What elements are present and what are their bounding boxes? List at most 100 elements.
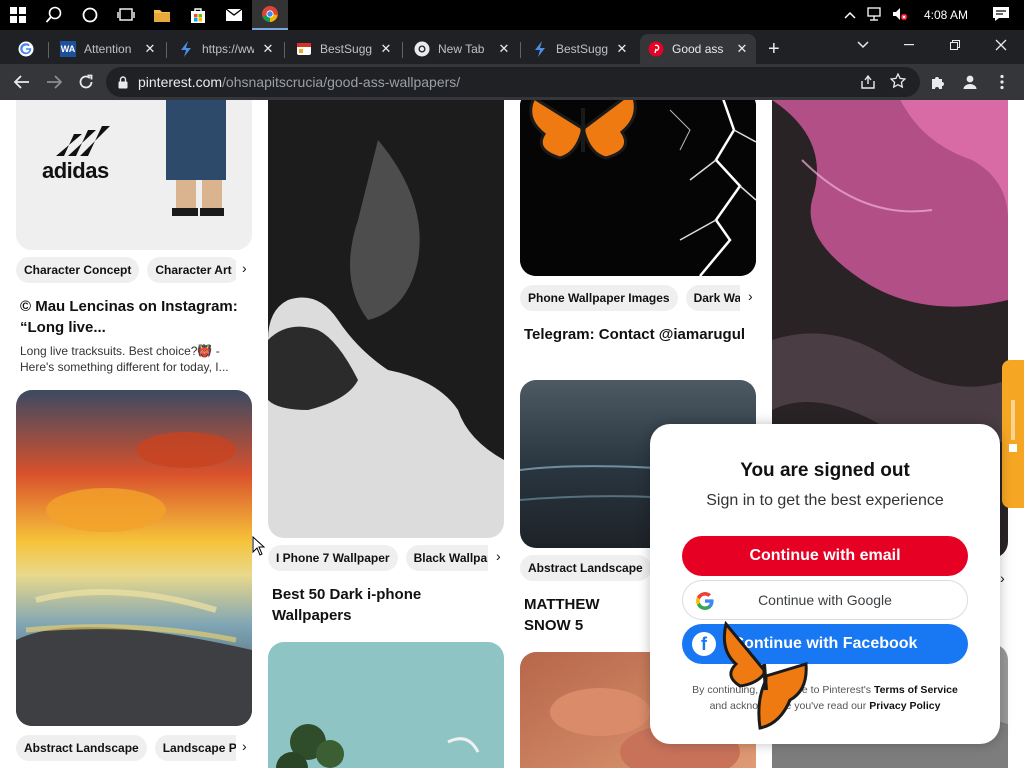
pin-title[interactable]: © Mau Lencinas on Instagram: “Long live.… xyxy=(20,296,246,338)
email-button-label: Continue with email xyxy=(749,547,901,564)
lock-icon[interactable] xyxy=(118,75,128,89)
tag-chip[interactable]: I Phone 7 Wallpaper xyxy=(268,545,398,571)
pin-image-teal-sky[interactable] xyxy=(268,642,504,768)
bookmark-star-icon[interactable] xyxy=(889,72,907,92)
terms-of-service-link[interactable]: Terms of Service xyxy=(874,684,958,696)
system-tray: 4:08 AM xyxy=(844,0,1024,30)
pin-tags-row: I Phone 7 Wallpaper Black Wallpap xyxy=(268,544,488,572)
mail-icon[interactable] xyxy=(216,0,252,30)
pin-image-adidas[interactable]: adidas xyxy=(16,100,252,250)
pin-title[interactable]: Telegram: Contact @iamarugul xyxy=(524,324,750,345)
modal-heading: You are signed out xyxy=(740,460,910,481)
tag-chip[interactable]: Phone Wallpaper Images xyxy=(520,285,678,311)
store-icon[interactable] xyxy=(180,0,216,30)
butterfly-icon xyxy=(529,100,637,160)
tab-bestsugge-1[interactable]: BestSugge ✕ xyxy=(288,34,400,64)
extensions-button[interactable] xyxy=(922,66,954,98)
modal-subheading: Sign in to get the best experience xyxy=(706,492,944,509)
close-window-button[interactable] xyxy=(978,30,1024,60)
share-icon[interactable] xyxy=(860,74,876,93)
cortana-icon[interactable] xyxy=(72,0,108,30)
google-icon xyxy=(18,41,34,57)
tag-chip[interactable]: Abstract Landscape xyxy=(520,555,650,581)
search-icon[interactable] xyxy=(36,0,72,30)
continue-with-email-button[interactable]: Continue with email xyxy=(682,536,968,576)
tab-new-tab[interactable]: New Tab ✕ xyxy=(406,34,518,64)
address-bar[interactable]: pinterest.com/ohsnapitscrucia/good-ass-w… xyxy=(106,67,920,97)
close-tab-icon[interactable]: ✕ xyxy=(378,41,394,57)
close-tab-icon[interactable]: ✕ xyxy=(260,41,276,57)
bestsuggestions-icon xyxy=(296,41,312,57)
pin-tags-row: Abstract Landscape Landscape Pai xyxy=(16,734,236,762)
tag-chip[interactable]: Abstract Landscape xyxy=(16,735,147,761)
adidas-logo-text: adidas xyxy=(42,158,109,183)
tab-https-ww[interactable]: https://ww ✕ xyxy=(170,34,282,64)
tag-chip[interactable]: Landscape Pai xyxy=(154,735,236,761)
tag-chip[interactable]: Character Concept xyxy=(16,257,140,283)
pin-tags-row: Abstract Landscape xyxy=(520,554,650,582)
chrome-icon xyxy=(414,41,430,57)
chrome-menu-button[interactable] xyxy=(986,66,1018,98)
signed-out-modal: You are signed out Sign in to get the be… xyxy=(650,424,1000,744)
tab-bestsugge-2[interactable]: BestSugge ✕ xyxy=(524,34,636,64)
chevron-down-icon xyxy=(857,41,869,49)
bolt-icon xyxy=(532,41,548,57)
kebab-menu-icon xyxy=(1000,74,1004,90)
tag-chip[interactable]: Character Art xyxy=(147,257,236,283)
chevron-right-icon[interactable]: › xyxy=(496,548,501,564)
continue-with-google-button[interactable]: Continue with Google xyxy=(682,580,968,620)
reload-button[interactable] xyxy=(70,66,102,98)
tab-title: New Tab xyxy=(438,42,485,56)
tag-chip[interactable]: Dark Wal xyxy=(685,285,740,311)
pin-title[interactable]: Best 50 Dark i-phone Wallpapers xyxy=(272,584,498,626)
url-path: /ohsnapitscrucia/good-ass-wallpapers/ xyxy=(222,74,461,90)
chevron-right-icon[interactable]: › xyxy=(242,738,247,754)
task-view-icon[interactable] xyxy=(108,0,144,30)
profile-button[interactable] xyxy=(954,66,986,98)
reload-icon xyxy=(79,74,93,89)
back-button[interactable] xyxy=(6,66,38,98)
tag-chip[interactable]: Black Wallpap xyxy=(405,545,488,571)
browser-toolbar: pinterest.com/ohsnapitscrucia/good-ass-w… xyxy=(0,64,1024,100)
network-icon[interactable] xyxy=(866,6,882,24)
restore-button[interactable] xyxy=(932,30,978,60)
close-tab-icon[interactable]: ✕ xyxy=(734,41,750,57)
pin-title[interactable]: MATTHEW SNOW 5 xyxy=(524,594,650,636)
tab-title: https://ww xyxy=(202,42,254,56)
tab-attention[interactable]: WA Attention ✕ xyxy=(52,34,164,64)
close-tab-icon[interactable]: ✕ xyxy=(496,41,512,57)
new-tab-button[interactable]: + xyxy=(762,34,792,64)
tab-search-button[interactable] xyxy=(840,30,886,60)
volume-muted-icon[interactable] xyxy=(892,7,908,24)
tab-title: Good ass xyxy=(672,42,724,56)
wa-icon: WA xyxy=(60,41,76,57)
butterfly-icon xyxy=(722,620,808,730)
pin-image-dark-ink[interactable] xyxy=(268,100,504,538)
pin-image-sunset-painting[interactable] xyxy=(16,390,252,726)
chevron-right-icon[interactable]: › xyxy=(1000,570,1005,586)
pinterest-board-page: adidas Character Concept Character Art ›… xyxy=(0,100,1024,768)
restore-icon xyxy=(950,40,960,50)
plus-icon: + xyxy=(768,37,780,60)
minimize-button[interactable] xyxy=(886,30,932,60)
chevron-up-icon[interactable] xyxy=(844,8,856,22)
chevron-right-icon[interactable]: › xyxy=(748,288,753,304)
close-tab-icon[interactable]: ✕ xyxy=(142,41,158,57)
bestsuggestions-side-tab[interactable] xyxy=(1002,360,1024,508)
minimize-icon xyxy=(904,44,914,46)
chrome-taskbar-icon[interactable] xyxy=(252,0,288,30)
tab-google[interactable] xyxy=(10,34,48,64)
windows-taskbar: 4:08 AM xyxy=(0,0,1024,30)
close-icon xyxy=(995,39,1007,51)
forward-button[interactable] xyxy=(38,66,70,98)
close-tab-icon[interactable]: ✕ xyxy=(614,41,630,57)
privacy-policy-link[interactable]: Privacy Policy xyxy=(869,700,940,712)
windows-start-icon[interactable] xyxy=(0,0,36,30)
taskbar-clock[interactable]: 4:08 AM xyxy=(924,8,968,22)
chevron-right-icon[interactable]: › xyxy=(242,260,247,276)
file-explorer-icon[interactable] xyxy=(144,0,180,30)
notification-icon[interactable] xyxy=(992,6,1010,25)
mouse-cursor-icon xyxy=(252,536,266,556)
profile-icon xyxy=(963,75,977,89)
tab-pinterest-active[interactable]: Good ass ✕ xyxy=(640,34,756,64)
